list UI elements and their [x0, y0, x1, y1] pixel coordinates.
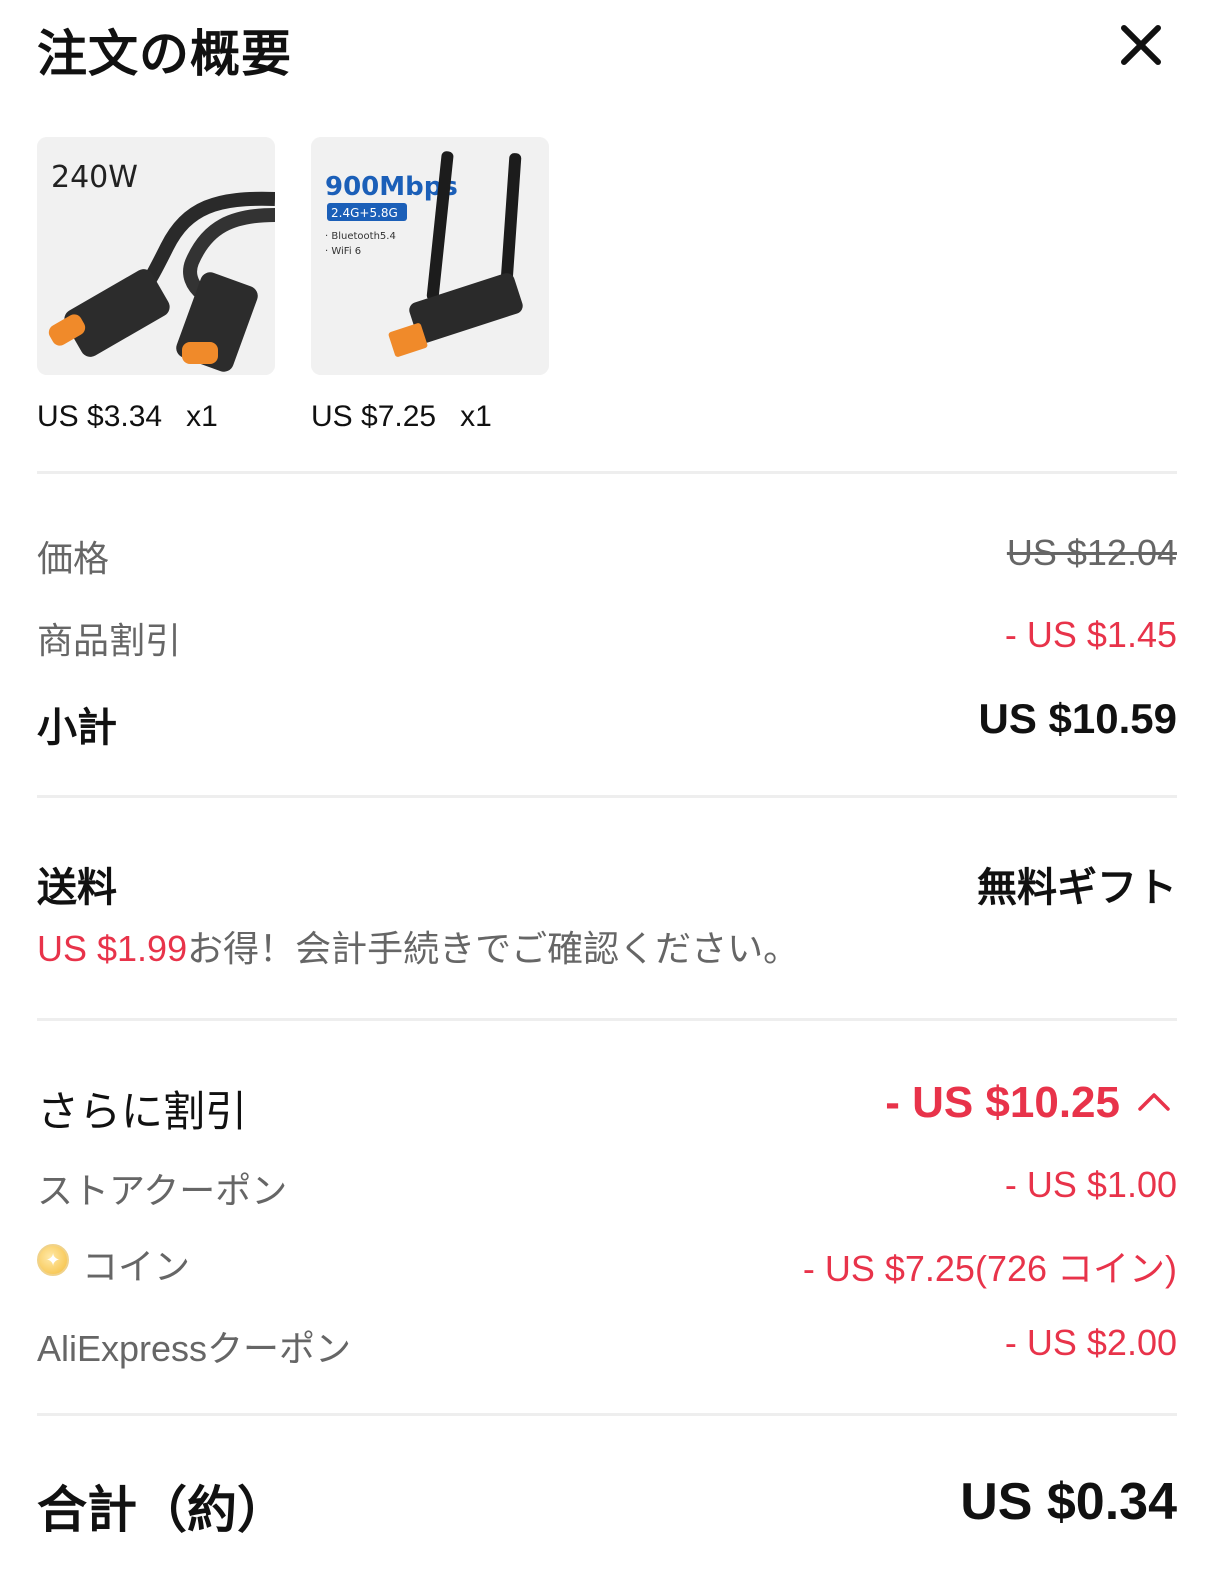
product-qty: x1: [460, 400, 492, 433]
extra-discount-label: さらに割引: [37, 1087, 248, 1136]
shipping-saving-text: お得！会計手続きでご確認ください。: [187, 929, 800, 970]
extra-discount-toggle[interactable]: [1134, 1082, 1174, 1122]
product-qty: x1: [186, 400, 218, 433]
shipping-label: 送料: [37, 865, 117, 911]
product-price-row: US $7.25 x1: [311, 400, 492, 434]
divider: [37, 795, 1177, 798]
page-title: 注文の概要: [37, 25, 292, 83]
store-coupon-value: - US $1.00: [1004, 1164, 1177, 1205]
divider: [37, 1018, 1177, 1021]
shipping-value: 無料ギフト: [977, 865, 1177, 911]
product-image-spec: · WiFi 6: [325, 246, 361, 257]
product-image-wifi-adapter[interactable]: 900Mbps 2.4G+5.8G · Bluetooth5.4 · WiFi …: [311, 137, 549, 375]
extra-discount-total: - US $10.25: [885, 1078, 1120, 1127]
product-image-cable[interactable]: 240W: [37, 137, 275, 375]
product-price: US $3.34: [37, 400, 163, 433]
product-image-spec: · Bluetooth5.4: [325, 231, 396, 242]
close-button[interactable]: [1112, 16, 1170, 74]
original-price-value: US $12.04: [1006, 532, 1177, 573]
aliexpress-coupon-label: AliExpressクーポン: [37, 1328, 352, 1369]
aliexpress-coupon-value: - US $2.00: [1004, 1322, 1177, 1363]
total-value: US $0.34: [960, 1473, 1177, 1531]
subtotal-value: US $10.59: [978, 695, 1177, 742]
total-label: 合計（約）: [37, 1481, 287, 1539]
product-price-row: US $3.34 x1: [37, 400, 218, 434]
coin-icon: ✦: [37, 1244, 69, 1276]
coin-value: - US $7.25(726 コイン): [802, 1248, 1177, 1289]
product-image-label: 240W: [51, 160, 138, 195]
divider: [37, 1413, 1177, 1416]
store-coupon-label: ストアクーポン: [37, 1171, 288, 1212]
shipping-saving-note: US $1.99お得！会計手続きでご確認ください。: [37, 920, 799, 972]
product-discount-value: - US $1.45: [1004, 614, 1177, 655]
coin-label: コイン: [82, 1247, 191, 1288]
chevron-up-icon: [1138, 1093, 1170, 1111]
shipping-saving-amount: US $1.99: [37, 928, 188, 969]
close-icon: [1121, 25, 1161, 65]
product-image-badge: 2.4G+5.8G: [331, 206, 398, 220]
price-label: 価格: [37, 539, 110, 580]
divider: [37, 471, 1177, 474]
product-price: US $7.25: [311, 400, 437, 433]
product-discount-label: 商品割引: [37, 621, 182, 662]
subtotal-label: 小計: [37, 705, 117, 751]
